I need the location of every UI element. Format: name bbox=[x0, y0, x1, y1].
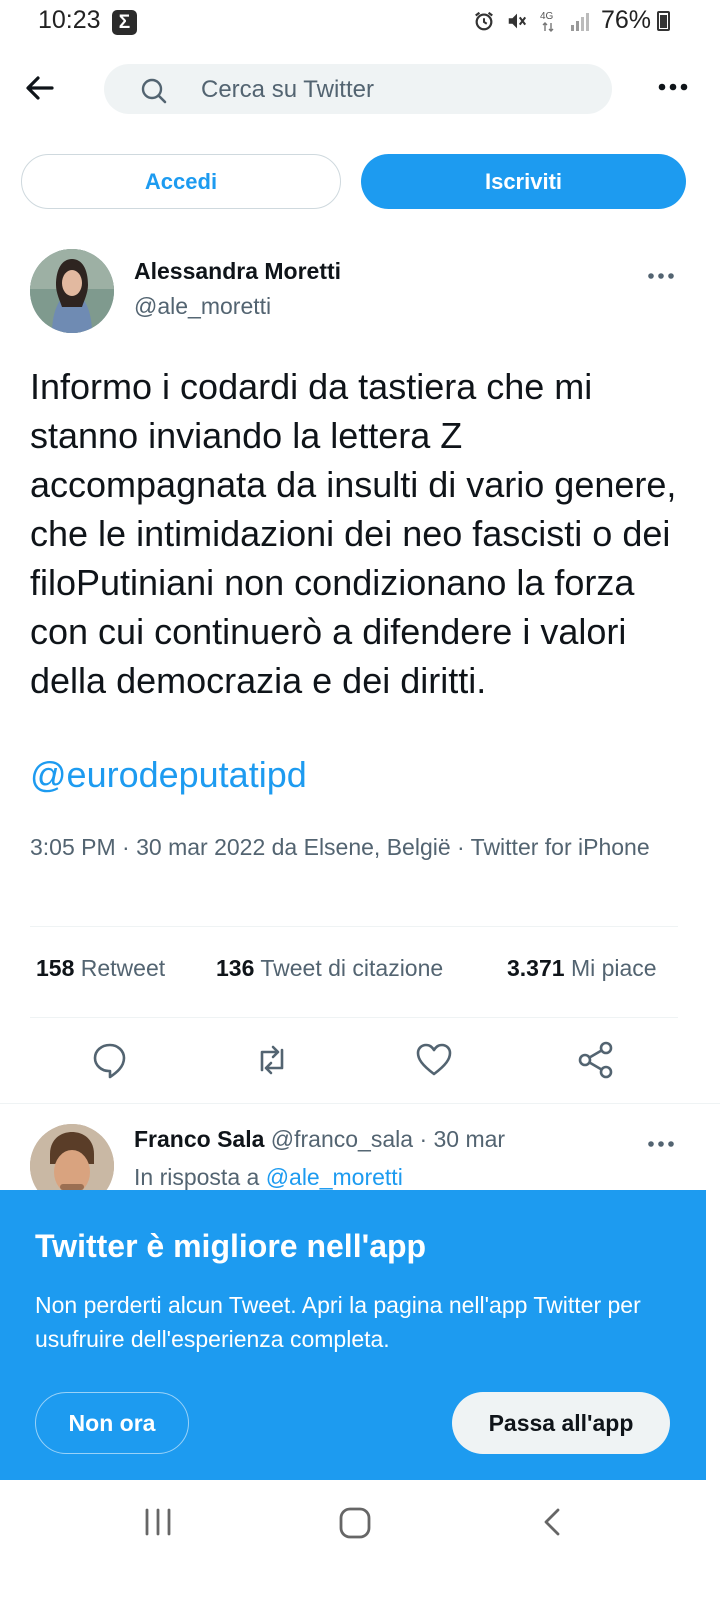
divider bbox=[30, 1017, 678, 1018]
recent-apps-button[interactable] bbox=[142, 1506, 174, 1543]
back-arrow-icon bbox=[26, 76, 54, 100]
search-placeholder: Cerca su Twitter bbox=[201, 76, 374, 103]
chevron-left-icon bbox=[544, 1508, 560, 1536]
tweet-more-button[interactable] bbox=[648, 266, 674, 284]
search-input[interactable]: Cerca su Twitter bbox=[104, 64, 612, 114]
sigma-notification-icon: Σ bbox=[112, 10, 137, 35]
like-button[interactable] bbox=[414, 1040, 454, 1080]
retweet-icon bbox=[260, 1045, 284, 1075]
search-icon bbox=[141, 78, 167, 104]
retweets-label: Retweet bbox=[80, 955, 166, 981]
more-horizontal-icon bbox=[648, 1141, 674, 1147]
quotes-count: 136 bbox=[216, 955, 255, 981]
reply-icon bbox=[93, 1043, 126, 1079]
likes-stat[interactable]: 3.371 Mi piace bbox=[507, 955, 657, 982]
quotes-label: Tweet di citazione bbox=[260, 955, 444, 981]
status-time: 10:23 bbox=[38, 6, 101, 34]
open-app-button[interactable]: Passa all'app bbox=[452, 1392, 670, 1454]
reply-to-line: In risposta a @ale_moretti bbox=[134, 1164, 403, 1191]
tweet-text: Informo i codardi da tastiera che mi sta… bbox=[30, 366, 677, 701]
signup-button[interactable]: Iscriviti bbox=[361, 154, 686, 209]
system-navigation-bar bbox=[0, 1480, 720, 1600]
retweets-stat[interactable]: 158 Retweet bbox=[36, 955, 165, 982]
reply-to-link[interactable]: @ale_moretti bbox=[266, 1164, 403, 1190]
network-type-label: 4G bbox=[540, 11, 554, 22]
reply-to-prefix: In risposta a bbox=[134, 1164, 260, 1190]
share-icon bbox=[578, 1041, 613, 1079]
reply-author-handle[interactable]: @franco_sala bbox=[271, 1126, 413, 1152]
divider bbox=[0, 1103, 720, 1104]
not-now-button[interactable]: Non ora bbox=[35, 1392, 189, 1454]
more-horizontal-icon bbox=[648, 273, 674, 279]
system-back-button[interactable] bbox=[538, 1506, 568, 1543]
open-in-app-banner: Twitter è migliore nell'app Non perderti… bbox=[0, 1190, 706, 1480]
tweet-mention-link[interactable]: @eurodeputatipd bbox=[30, 754, 307, 796]
reply-author-name[interactable]: Franco Sala bbox=[134, 1126, 264, 1152]
battery-percent: 76% bbox=[600, 6, 651, 34]
mute-icon bbox=[508, 13, 527, 28]
author-name[interactable]: Alessandra Moretti bbox=[134, 258, 341, 285]
status-icons: 4G 76% bbox=[473, 6, 670, 35]
reply-date: · 30 mar bbox=[419, 1126, 506, 1152]
home-icon bbox=[339, 1507, 371, 1539]
reply-header: Franco Sala @franco_sala · 30 mar bbox=[134, 1126, 505, 1153]
divider bbox=[30, 926, 678, 927]
signal-icon bbox=[570, 12, 589, 31]
heart-icon bbox=[416, 1043, 452, 1076]
back-button[interactable] bbox=[22, 70, 58, 106]
author-handle[interactable]: @ale_moretti bbox=[134, 293, 271, 320]
more-options-button[interactable] bbox=[658, 78, 688, 96]
battery-icon bbox=[657, 10, 670, 31]
tweet-meta: 3:05 PM · 30 mar 2022 da Elsene, België … bbox=[30, 834, 650, 860]
tweet-actions bbox=[0, 1040, 720, 1080]
banner-title: Twitter è migliore nell'app bbox=[35, 1228, 427, 1264]
avatar-photo bbox=[30, 249, 114, 333]
banner-text: Non perderti alcun Tweet. Apri la pagina… bbox=[35, 1292, 641, 1352]
more-horizontal-icon bbox=[658, 83, 688, 91]
retweets-count: 158 bbox=[36, 955, 75, 981]
home-button[interactable] bbox=[338, 1506, 372, 1545]
top-nav: Cerca su Twitter bbox=[0, 62, 720, 116]
likes-label: Mi piace bbox=[570, 955, 657, 981]
author-avatar[interactable] bbox=[30, 249, 114, 333]
quotes-stat[interactable]: 136 Tweet di citazione bbox=[216, 955, 443, 982]
status-bar: 10:23 Σ 4G 76% bbox=[0, 0, 720, 46]
share-button[interactable] bbox=[576, 1040, 616, 1080]
reply-more-button[interactable] bbox=[648, 1134, 674, 1152]
retweet-button[interactable] bbox=[252, 1040, 292, 1080]
reply-button[interactable] bbox=[90, 1040, 130, 1080]
login-button[interactable]: Accedi bbox=[21, 154, 341, 209]
recent-apps-icon bbox=[145, 1508, 171, 1536]
network-icon: 4G bbox=[540, 11, 554, 32]
likes-count: 3.371 bbox=[507, 955, 565, 981]
alarm-icon bbox=[475, 11, 493, 30]
